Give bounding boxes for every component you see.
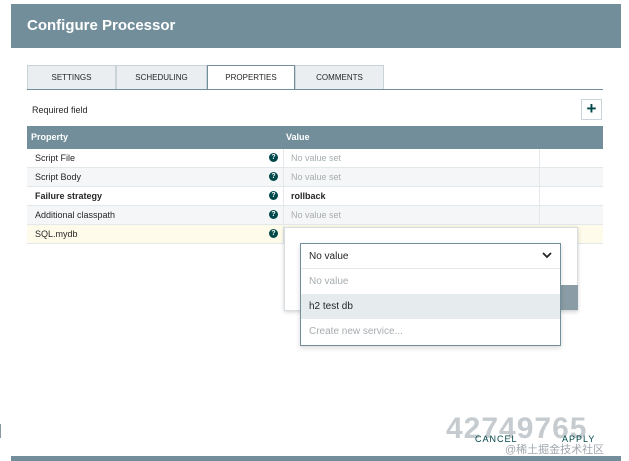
combo-option-h2-test-db[interactable]: h2 test db — [301, 294, 560, 319]
help-icon[interactable]: ? — [269, 229, 278, 238]
tab-comments[interactable]: COMMENTS — [295, 65, 384, 89]
combo-option-label: Create new service... — [309, 326, 403, 337]
help-icon[interactable]: ? — [269, 191, 278, 200]
help-icon[interactable]: ? — [269, 172, 278, 181]
tab-bar: SETTINGS SCHEDULING PROPERTIES COMMENTS — [27, 65, 603, 90]
help-icon[interactable]: ? — [269, 153, 278, 162]
combo-selected-label: No value — [309, 251, 349, 262]
dialog-header: Configure Processor — [11, 4, 621, 48]
table-row[interactable]: Additional classpath ? No value set — [27, 206, 603, 225]
property-value[interactable]: rollback — [291, 191, 326, 201]
column-divider — [539, 206, 540, 224]
table-row[interactable]: Script Body ? No value set — [27, 168, 603, 187]
tab-settings[interactable]: SETTINGS — [27, 65, 116, 89]
property-value[interactable]: No value set — [291, 210, 341, 220]
combo-selected[interactable]: No value — [301, 244, 560, 269]
property-value[interactable]: No value set — [291, 172, 341, 182]
add-property-button[interactable]: + — [581, 99, 602, 120]
tab-underline — [27, 89, 603, 90]
property-name: Script File — [35, 153, 76, 163]
combo-option-create-service[interactable]: Create new service... — [301, 319, 560, 344]
column-divider — [539, 149, 540, 167]
column-divider — [539, 168, 540, 186]
dialog-footer-bar — [11, 456, 621, 461]
watermark-text: @稀土掘金技术社区 — [505, 444, 605, 456]
table-header: Property Value — [27, 126, 603, 149]
table-row[interactable]: Script File ? No value set — [27, 149, 603, 168]
property-name: Failure strategy — [35, 191, 103, 201]
property-name: SQL.mydb — [35, 229, 78, 239]
column-divider — [283, 168, 284, 186]
column-divider — [283, 187, 284, 205]
service-combo[interactable]: No value No value h2 test db Create new … — [300, 243, 561, 346]
combo-option-label: No value — [309, 276, 349, 287]
table-row[interactable]: Failure strategy ? rollback — [27, 187, 603, 206]
tab-properties[interactable]: PROPERTIES — [207, 65, 295, 90]
column-divider — [283, 149, 284, 167]
column-divider — [539, 187, 540, 205]
left-edge-mark — [0, 424, 3, 438]
combo-option-no-value[interactable]: No value — [301, 269, 560, 294]
combo-option-label: h2 test db — [309, 301, 353, 312]
property-value[interactable]: No value set — [291, 153, 341, 163]
property-name: Script Body — [35, 172, 82, 182]
dialog-title: Configure Processor — [27, 17, 176, 34]
header-property: Property — [31, 132, 69, 142]
chevron-down-icon[interactable] — [542, 250, 552, 260]
header-value: Value — [286, 132, 310, 142]
editor-ok-button[interactable] — [558, 285, 578, 310]
required-field-label: Required field — [32, 105, 88, 115]
property-name: Additional classpath — [35, 210, 116, 220]
help-icon[interactable]: ? — [269, 210, 278, 219]
column-divider — [283, 206, 284, 224]
configure-processor-screen: Configure Processor SETTINGS SCHEDULING … — [0, 0, 629, 461]
tab-scheduling[interactable]: SCHEDULING — [116, 65, 207, 89]
